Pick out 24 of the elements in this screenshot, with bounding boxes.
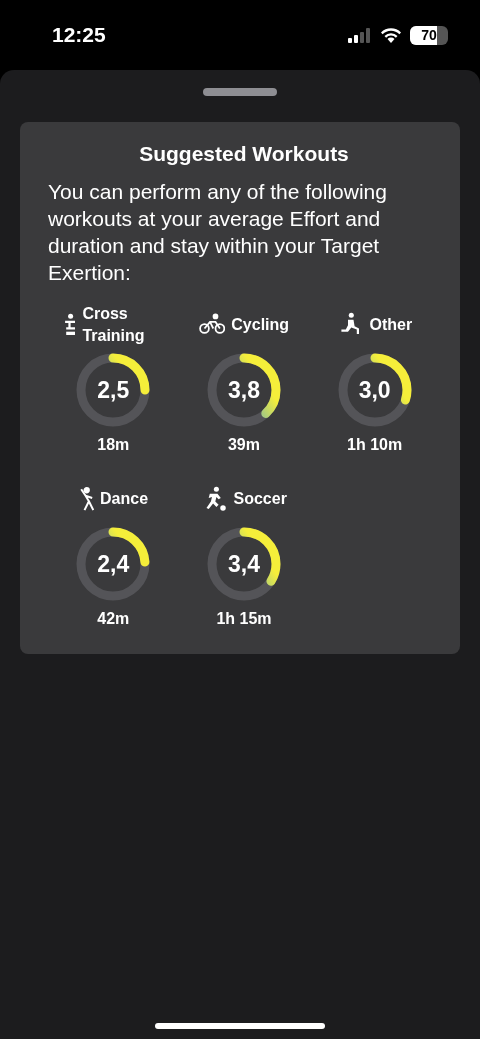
effort-value: 3,0 (358, 376, 391, 404)
workout-name: Soccer (233, 489, 287, 509)
effort-value: 3,4 (228, 550, 260, 578)
effort-value: 2,4 (97, 550, 130, 578)
workout-name: Cross Training (82, 304, 146, 346)
workout-name: Cycling (231, 315, 290, 335)
battery-indicator: 70 (410, 25, 448, 45)
effort-value: 2,5 (97, 376, 130, 404)
workout-duration: 1h 15m (216, 610, 272, 628)
card-description: You can perform any of the following workouts at your average Effort and duration and stay within your Target Exertion: (48, 179, 388, 286)
workout-duration: 18m (97, 436, 130, 454)
workout-name: Dance (100, 489, 149, 509)
workout-duration: 39m (227, 436, 260, 454)
card-title: Suggested Workouts (138, 142, 350, 166)
effort-value: 3,8 (228, 376, 260, 404)
workout-name: Other (369, 315, 413, 335)
dance-figure-icon (78, 486, 94, 512)
wifi-icon (380, 27, 402, 43)
workout-duration: 1h 10m (347, 436, 403, 454)
workout-duration: 42m (97, 610, 130, 628)
signal-icon (348, 27, 372, 43)
clock: 12:25 (52, 23, 106, 47)
sheet-handle[interactable] (203, 88, 277, 96)
cross-training-figure-icon (64, 313, 77, 337)
